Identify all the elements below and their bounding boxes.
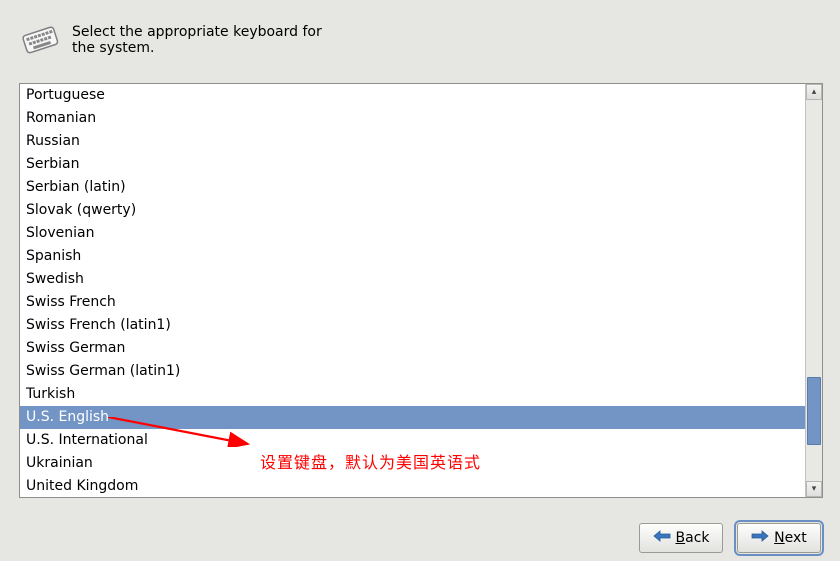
header: Select the appropriate keyboard for the … [18, 22, 332, 56]
list-item[interactable]: Swiss German [20, 337, 805, 360]
list-item[interactable]: Spanish [20, 245, 805, 268]
keyboard-list[interactable]: PortugueseRomanianRussianSerbianSerbian … [19, 83, 823, 498]
list-item[interactable]: U.S. International [20, 429, 805, 452]
list-item[interactable]: Swedish [20, 268, 805, 291]
list-item[interactable]: Serbian (latin) [20, 176, 805, 199]
list-item[interactable]: Turkish [20, 383, 805, 406]
next-button-label: Next [774, 530, 807, 546]
list-item[interactable]: Swiss French (latin1) [20, 314, 805, 337]
list-item[interactable]: U.S. English [20, 406, 805, 429]
back-button-label: Back [676, 530, 710, 546]
keyboard-list-items[interactable]: PortugueseRomanianRussianSerbianSerbian … [20, 84, 805, 497]
list-item[interactable]: Romanian [20, 107, 805, 130]
back-button[interactable]: Back [639, 523, 723, 553]
arrow-right-icon [751, 530, 769, 546]
scroll-thumb[interactable] [807, 377, 821, 445]
next-button[interactable]: Next [737, 523, 821, 553]
list-item[interactable]: United Kingdom [20, 475, 805, 497]
wizard-buttons: Back Next [639, 523, 821, 553]
arrow-left-icon [653, 530, 671, 546]
scroll-up-button[interactable]: ▴ [806, 84, 822, 100]
scroll-track[interactable] [806, 100, 822, 481]
keyboard-icon [18, 22, 62, 56]
list-item[interactable]: Serbian [20, 153, 805, 176]
list-item[interactable]: Swiss French [20, 291, 805, 314]
scrollbar[interactable]: ▴ ▾ [805, 84, 822, 497]
list-item[interactable]: Slovenian [20, 222, 805, 245]
instruction-text: Select the appropriate keyboard for the … [72, 22, 332, 56]
list-item[interactable]: Swiss German (latin1) [20, 360, 805, 383]
list-item[interactable]: Portuguese [20, 84, 805, 107]
list-item[interactable]: Ukrainian [20, 452, 805, 475]
list-item[interactable]: Slovak (qwerty) [20, 199, 805, 222]
list-item[interactable]: Russian [20, 130, 805, 153]
scroll-down-button[interactable]: ▾ [806, 481, 822, 497]
